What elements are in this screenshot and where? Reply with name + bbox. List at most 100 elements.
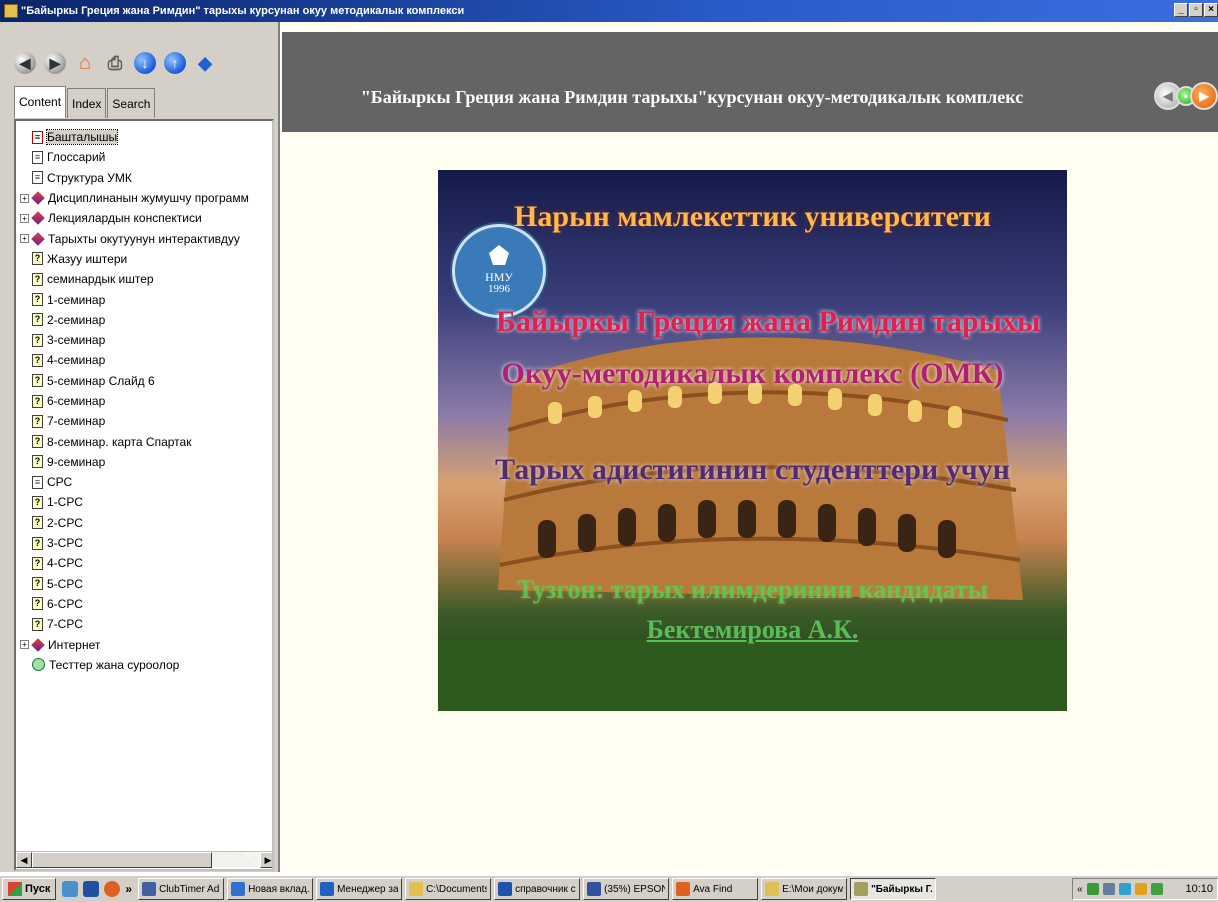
next-page-icon[interactable]: ▶ — [1190, 82, 1218, 110]
options-icon[interactable]: ◆ — [194, 52, 216, 74]
tree-item[interactable]: ? 3-семинар — [20, 330, 272, 350]
tray-icon[interactable] — [1086, 883, 1099, 895]
quick-launch-icon[interactable] — [83, 881, 100, 897]
tree-item[interactable]: ? 1-СРС — [20, 492, 272, 512]
tree-item[interactable]: ? Жазуу иштери — [20, 249, 272, 269]
tray-icon[interactable] — [1150, 883, 1163, 895]
expand-icon[interactable]: + — [20, 234, 29, 244]
quick-launch-icon[interactable] — [104, 881, 121, 897]
tab-content[interactable]: Content — [14, 86, 67, 118]
horizontal-scrollbar[interactable]: ◀ ▶ — [16, 851, 272, 868]
tree-item-label: 1-семинар — [47, 292, 106, 307]
tree-item[interactable]: + Тарыхты окутуунун интерактивдуу — [20, 228, 272, 248]
chevron-icon[interactable]: » — [125, 882, 132, 896]
taskbar-button[interactable]: Новая вклад... — [227, 878, 314, 900]
maximize-button[interactable]: ▫ — [1189, 3, 1203, 17]
header-bar: "Байыркы Греция жана Римдин тарыхы"курсу… — [282, 32, 1218, 132]
taskbar-button[interactable]: ClubTimer Ad... — [138, 878, 225, 900]
forward-icon[interactable]: ▶ — [44, 52, 66, 74]
expand-icon[interactable]: + — [20, 640, 29, 650]
seal-abbreviation: НМУ — [485, 270, 513, 284]
tree-item[interactable]: ? 6-СРС — [20, 594, 272, 614]
tree-item[interactable]: ? 9-семинар — [20, 452, 272, 472]
task-label: ClubTimer Ad... — [159, 883, 220, 895]
quick-launch-icon[interactable] — [62, 881, 79, 897]
tree-item[interactable]: ? 6-семинар — [20, 391, 272, 411]
home-icon[interactable]: ⌂ — [74, 52, 96, 74]
tree-item[interactable]: ? 7-семинар — [20, 411, 272, 431]
taskbar-button[interactable]: "Байыркы Г... — [850, 878, 937, 900]
tree-item[interactable]: ? 4-семинар — [20, 350, 272, 370]
tree-item[interactable]: ? 2-СРС — [20, 513, 272, 533]
tree-item-label: Тарыхты окутуунун интерактивдуу — [48, 231, 240, 246]
question-icon: ? — [32, 597, 43, 611]
taskbar-button[interactable]: C:\Documents... — [405, 878, 492, 900]
tree-item-label: 6-семинар — [47, 394, 106, 408]
taskbar-button[interactable]: справочник с ... — [494, 878, 581, 900]
tree-item[interactable]: ≡ Глоссарий — [20, 147, 272, 167]
scroll-left-icon[interactable]: ◀ — [16, 852, 32, 868]
minimize-button[interactable]: _ — [1174, 3, 1188, 17]
down-icon[interactable]: ↓ — [134, 52, 156, 74]
task-label: C:\Documents... — [426, 883, 487, 895]
tree-item[interactable]: ? 5-семинар Слайд 6 — [20, 371, 272, 391]
book-icon — [31, 231, 45, 246]
scroll-track[interactable] — [212, 852, 260, 867]
question-icon: ? — [32, 394, 43, 408]
scroll-thumb[interactable] — [32, 852, 212, 868]
question-icon: ? — [32, 435, 43, 449]
close-button[interactable]: × — [1204, 3, 1218, 17]
taskbar-button[interactable]: (35%) EPSON ... — [583, 878, 670, 900]
question-icon: ? — [32, 272, 43, 286]
tab-index[interactable]: Index — [67, 88, 107, 118]
scroll-right-icon[interactable]: ▶ — [260, 852, 272, 868]
tree-item-label: 7-СРС — [47, 617, 83, 632]
window-controls: _ ▫ × — [1174, 3, 1218, 17]
tree-item[interactable]: ≡ СРС — [20, 472, 272, 492]
tree-item[interactable]: + Лекциялардын конспектиси — [20, 208, 272, 228]
expand-icon[interactable]: + — [20, 213, 29, 223]
author-name: Бектемирова А.К. — [646, 615, 859, 644]
tray-icon[interactable] — [1134, 883, 1147, 895]
tray-icon[interactable] — [1118, 883, 1131, 895]
question-icon: ? — [32, 495, 43, 509]
tree-item[interactable]: ? 1-семинар — [20, 289, 272, 309]
start-button[interactable]: Пуск — [2, 878, 57, 900]
tree-item[interactable]: ? 4-СРС — [20, 553, 272, 573]
tree-item[interactable]: + Дисциплинанын жумушчу программ — [20, 188, 272, 208]
taskbar-button[interactable]: Ava Find — [672, 878, 759, 900]
question-icon: ? — [32, 617, 43, 631]
tree-item[interactable]: ? семинардык иштер — [20, 269, 272, 289]
tree-item[interactable]: + Интернет — [20, 634, 272, 654]
taskbar: Пуск » ClubTimer Ad... Новая вклад... Мене… — [0, 874, 1218, 902]
tree-item-label: 5-семинар Слайд 6 — [47, 373, 155, 388]
course-title: Байыркы Греция жана Римдин тарыхы — [496, 305, 1041, 338]
tray-icon[interactable] — [1102, 883, 1115, 895]
tree-item[interactable]: ? 8-семинар. карта Спартак — [20, 431, 272, 451]
tree-item[interactable]: Тесттер жана суроолор — [20, 655, 272, 675]
print-icon[interactable]: ⎙ — [104, 52, 126, 74]
tree-item[interactable]: ? 3-СРС — [20, 533, 272, 553]
clock[interactable]: 10:10 — [1185, 883, 1213, 895]
tab-search[interactable]: Search — [107, 88, 156, 118]
task-label: Новая вклад... — [248, 883, 310, 895]
tree-item[interactable]: ? 5-СРС — [20, 574, 272, 594]
tree-item[interactable]: ? 7-СРС — [20, 614, 272, 634]
windows-logo-icon — [8, 882, 22, 896]
tree-item-label: Структура УМК — [47, 170, 132, 185]
tray-chevron-icon[interactable]: « — [1077, 884, 1083, 895]
red-page-icon: ≡ — [32, 130, 43, 144]
back-icon[interactable]: ◀ — [14, 52, 36, 74]
tree-item[interactable]: ? 2-семинар — [20, 310, 272, 330]
seal-year: 1996 — [488, 283, 510, 295]
tree-item[interactable]: ≡ Башталышы — [20, 127, 272, 147]
taskbar-button[interactable]: Менеджер за... — [316, 878, 403, 900]
tree-item-label: Тесттер жана суроолор — [49, 657, 180, 672]
tree-item[interactable]: ≡ Структура УМК — [20, 168, 272, 188]
university-seal: НМУ 1996 — [452, 224, 546, 318]
expand-icon[interactable]: + — [20, 193, 29, 203]
taskbar-button[interactable]: E:\Мои докум... — [761, 878, 848, 900]
window-titlebar: "Байыркы Греция жана Римдин" тарыхы курс… — [0, 0, 1218, 22]
page-icon: ≡ — [32, 475, 43, 489]
up-icon[interactable]: ↑ — [164, 52, 186, 74]
